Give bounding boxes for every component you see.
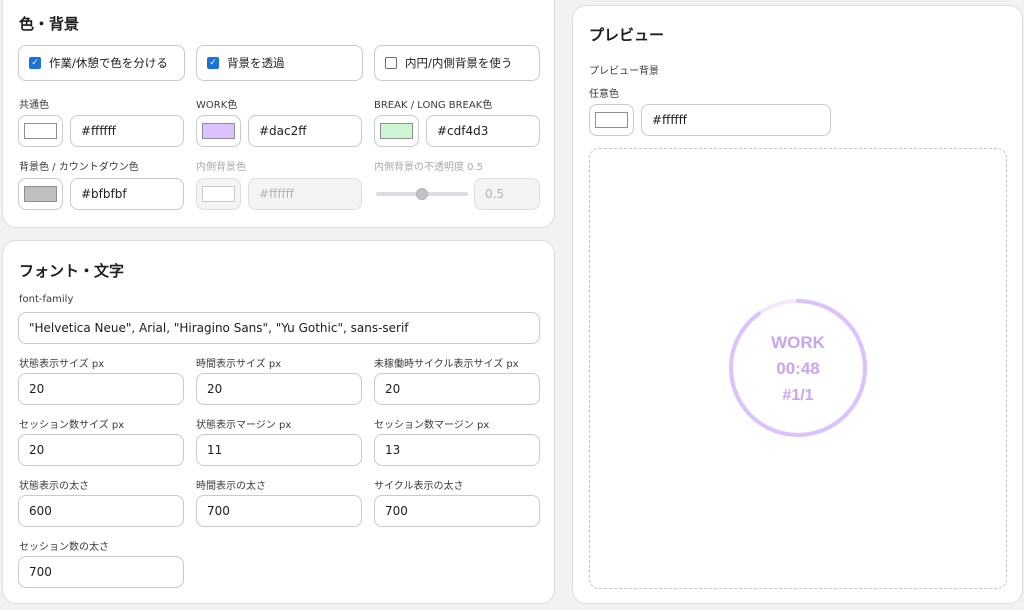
state-weight-label: 状態表示の太さ: [19, 481, 89, 492]
time-size-input[interactable]: 20: [196, 373, 362, 405]
session-size-label: セッション数サイズ px: [19, 420, 125, 431]
state-margin-input[interactable]: 11: [196, 434, 362, 466]
bg-color-input[interactable]: #bfbfbf: [70, 178, 184, 210]
split-colors-checkbox[interactable]: ✓ 作業/休憩で色を分ける: [18, 45, 185, 81]
preview-color-input[interactable]: #ffffff: [641, 104, 831, 136]
time-weight-input[interactable]: 700: [196, 495, 362, 527]
font-family-input[interactable]: "Helvetica Neue", Arial, "Hiragino Sans"…: [18, 312, 540, 344]
bg-color-swatch: [24, 186, 57, 202]
preview-area: WORK 00:48 #1/1: [589, 148, 1007, 589]
inner-bg-label: 内側背景色: [196, 162, 246, 173]
preview-color-swatch: [595, 112, 628, 128]
inner-opacity-label: 内側背景の不透明度 0.5: [374, 162, 484, 173]
state-size-input[interactable]: 20: [18, 373, 184, 405]
idle-cycle-size-input[interactable]: 20: [374, 373, 540, 405]
work-color-picker[interactable]: [196, 115, 241, 147]
cycle-weight-label: サイクル表示の太さ: [374, 481, 464, 492]
break-color-label: BREAK / LONG BREAK色: [374, 100, 493, 111]
break-color-input[interactable]: #cdf4d3: [426, 115, 540, 147]
common-color-input[interactable]: #ffffff: [70, 115, 184, 147]
inner-bg-picker[interactable]: [196, 178, 241, 210]
work-color-input[interactable]: #dac2ff: [248, 115, 362, 147]
session-size-input[interactable]: 20: [18, 434, 184, 466]
preview-section-title: プレビュー: [589, 26, 665, 44]
cycle-weight-input[interactable]: 700: [374, 495, 540, 527]
preview-bg-label: プレビュー背景: [589, 66, 659, 77]
inner-bg-swatch: [202, 186, 235, 202]
preview-card: プレビュー プレビュー背景 任意色 #ffffff WORK 00:48 #1/…: [572, 5, 1023, 604]
font-family-label: font-family: [19, 294, 74, 305]
split-colors-label: 作業/休憩で色を分ける: [49, 56, 168, 70]
transparent-bg-checkbox[interactable]: ✓ 背景を透過: [196, 45, 363, 81]
session-weight-label: セッション数の太さ: [19, 542, 109, 553]
break-color-swatch: [380, 123, 413, 139]
break-color-picker[interactable]: [374, 115, 419, 147]
time-weight-label: 時間表示の太さ: [196, 481, 266, 492]
inner-opacity-input[interactable]: 0.5: [474, 178, 540, 210]
colors-section-title: 色・背景: [19, 15, 80, 33]
checkbox-checked-icon: ✓: [29, 57, 41, 69]
preview-color-picker[interactable]: [589, 104, 634, 136]
inner-bg-input[interactable]: #ffffff: [248, 178, 362, 210]
inner-circle-checkbox[interactable]: 内円/内側背景を使う: [374, 45, 540, 81]
timer-state-text: WORK: [771, 333, 825, 352]
inner-circle-label: 内円/内側背景を使う: [405, 56, 513, 70]
common-color-swatch: [24, 123, 57, 139]
work-color-swatch: [202, 123, 235, 139]
session-margin-label: セッション数マージン px: [374, 420, 490, 431]
checkbox-unchecked-icon: [385, 57, 397, 69]
timer-time-text: 00:48: [776, 359, 820, 378]
bg-color-picker[interactable]: [18, 178, 63, 210]
idle-cycle-size-label: 未稼働時サイクル表示サイズ px: [374, 359, 519, 370]
time-size-label: 時間表示サイズ px: [196, 359, 282, 370]
fonts-section-title: フォント・文字: [19, 262, 125, 280]
work-color-label: WORK色: [196, 100, 238, 111]
transparent-bg-label: 背景を透過: [227, 56, 285, 70]
common-color-label: 共通色: [19, 100, 49, 111]
timer-session-text: #1/1: [782, 387, 814, 404]
any-color-label: 任意色: [589, 89, 619, 100]
bg-color-label: 背景色 / カウントダウン色: [19, 162, 139, 173]
state-size-label: 状態表示サイズ px: [19, 359, 105, 370]
colors-card: 色・背景 ✓ 作業/休憩で色を分ける ✓ 背景を透過 内円/内側背景を使う 共通…: [2, 0, 555, 228]
fonts-card: フォント・文字 font-family "Helvetica Neue", Ar…: [2, 240, 555, 604]
checkbox-checked-icon: ✓: [207, 57, 219, 69]
session-margin-input[interactable]: 13: [374, 434, 540, 466]
common-color-picker[interactable]: [18, 115, 63, 147]
inner-opacity-slider-thumb[interactable]: [416, 188, 428, 200]
state-weight-input[interactable]: 600: [18, 495, 184, 527]
session-weight-input[interactable]: 700: [18, 556, 184, 588]
state-margin-label: 状態表示マージン px: [196, 420, 292, 431]
